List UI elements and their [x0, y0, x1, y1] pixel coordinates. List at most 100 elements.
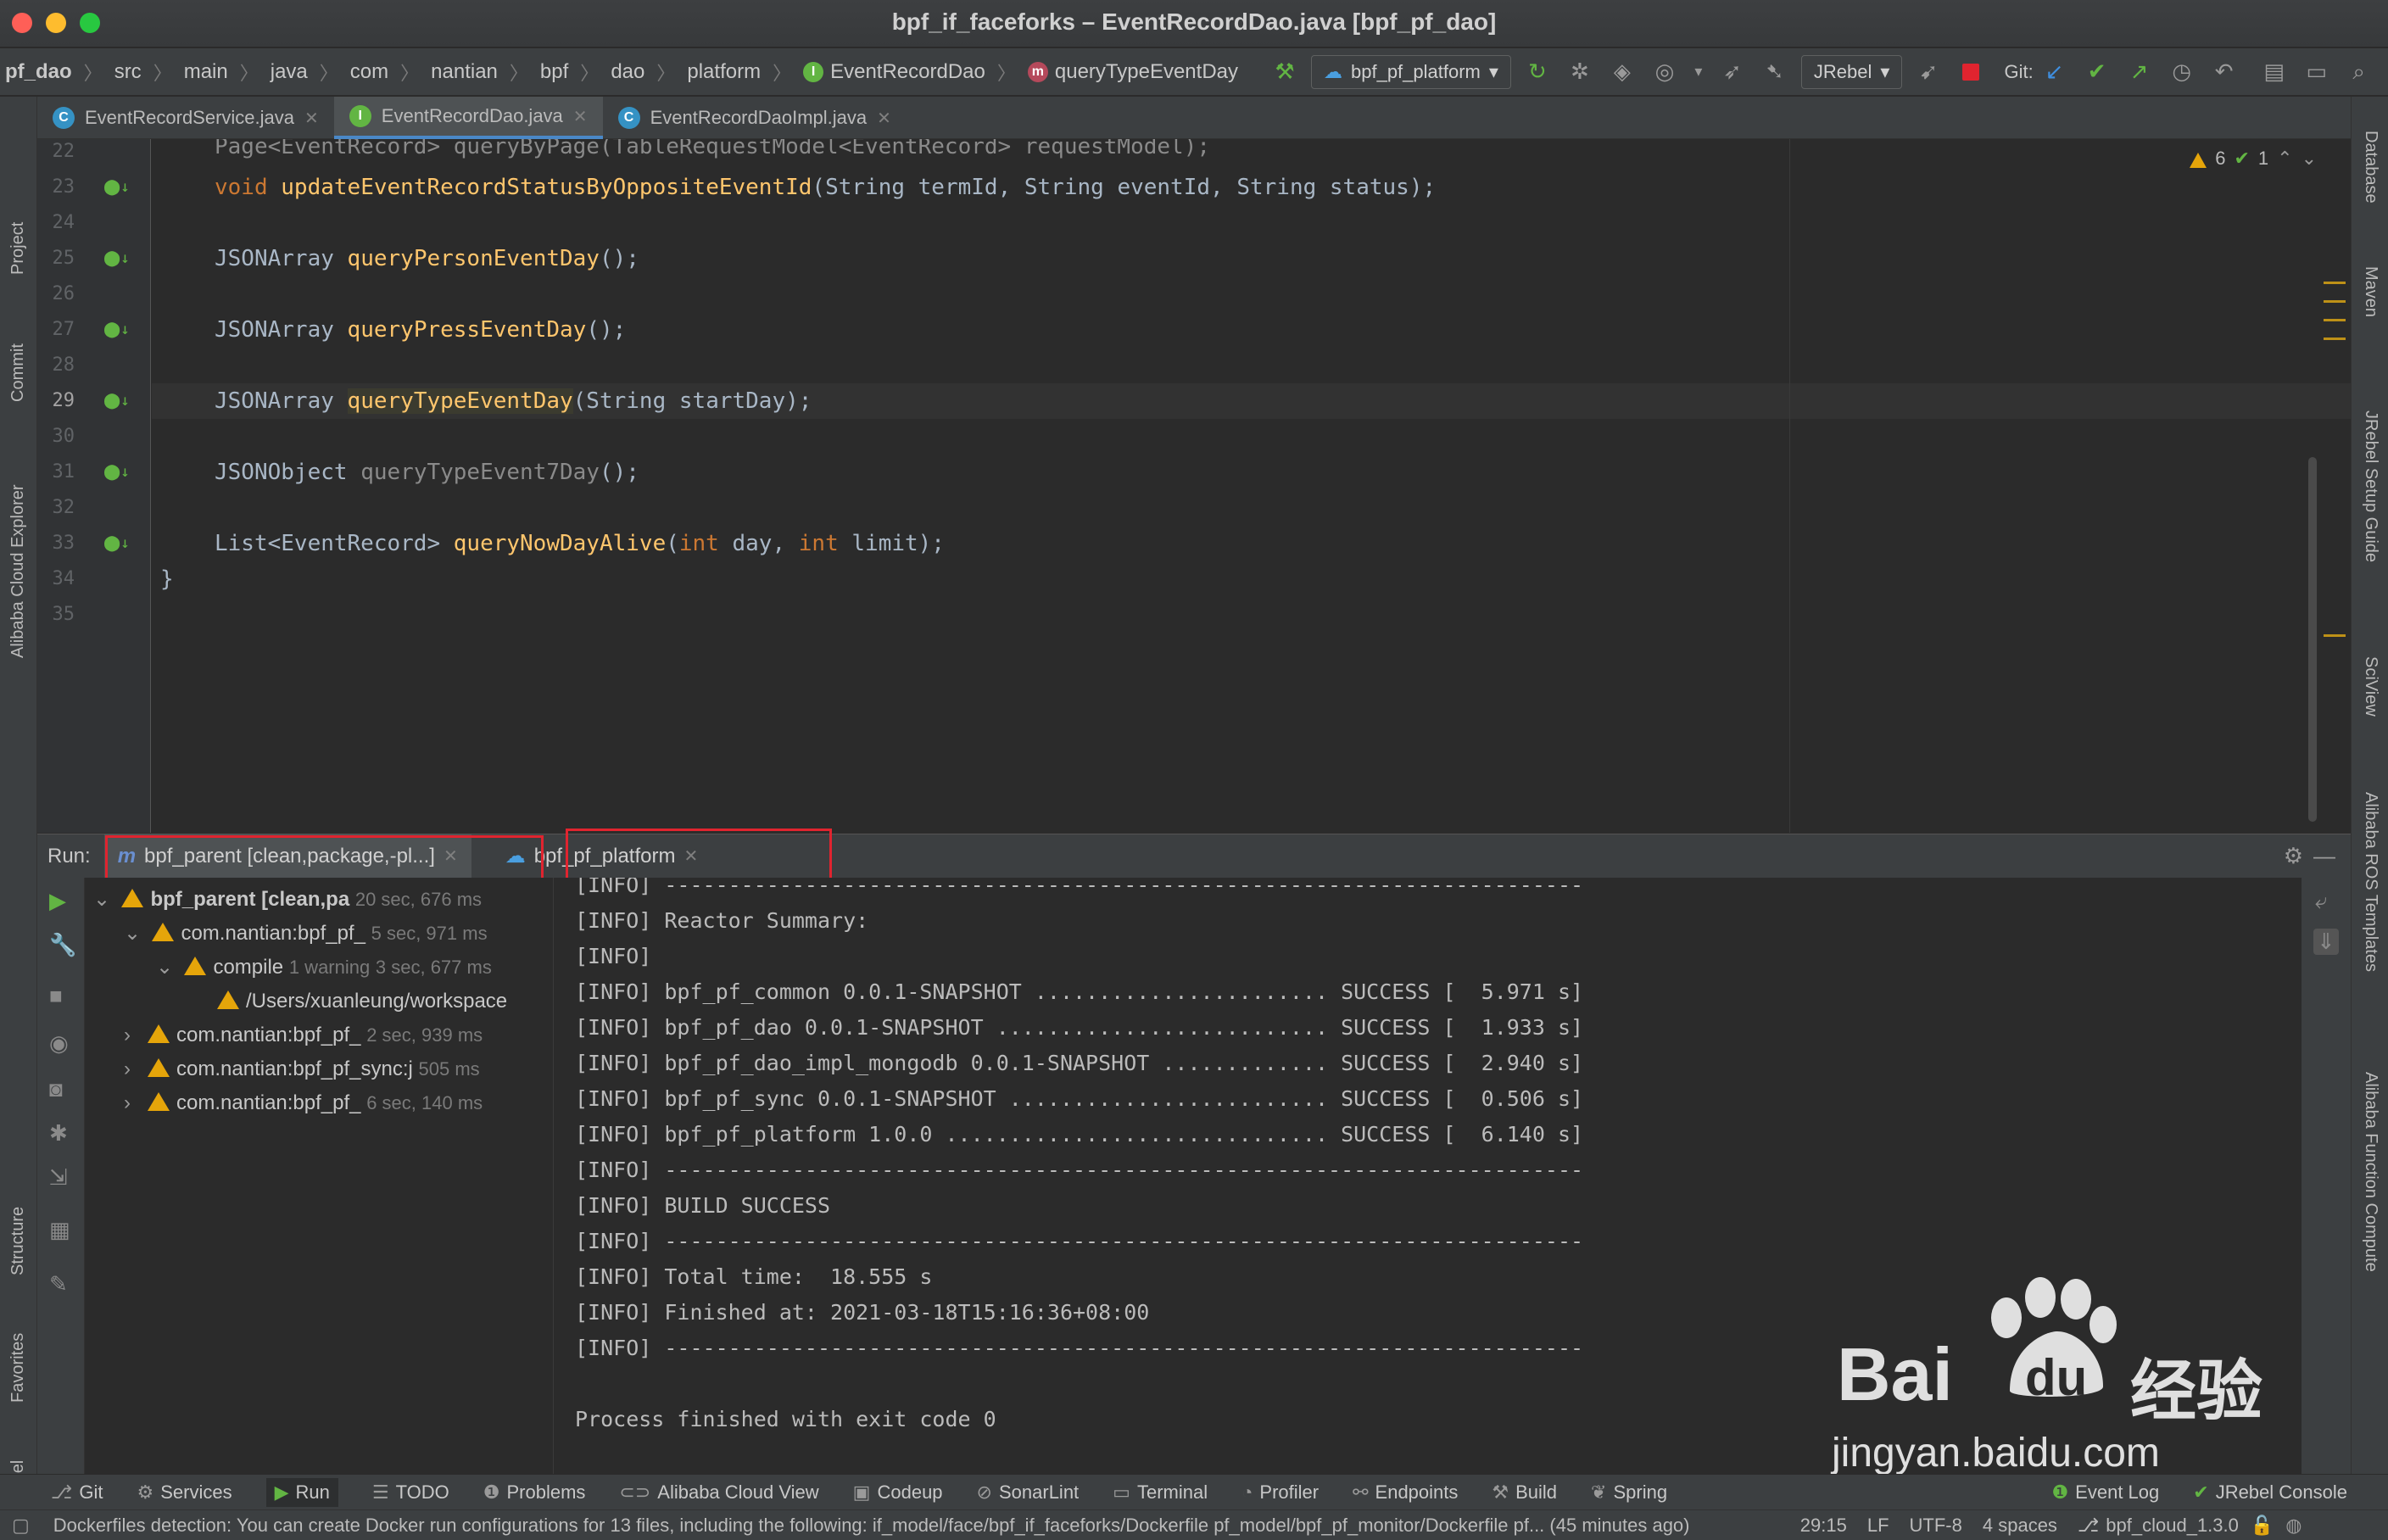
- tree-row[interactable]: ⌄ bpf_parent [clean,pa 20 sec, 676 ms: [93, 883, 482, 917]
- tool-structure[interactable]: Structure: [8, 1207, 28, 1275]
- stop-icon[interactable]: ■: [49, 983, 63, 1009]
- tool-maven[interactable]: Maven: [2361, 266, 2380, 317]
- implemented-marker-icon[interactable]: ⬤↓: [103, 312, 130, 348]
- more-run-chevron-icon[interactable]: ▾: [1690, 55, 1707, 89]
- implemented-marker-icon[interactable]: ⬤↓: [103, 383, 130, 419]
- breadcrumb-item[interactable]: src 〉: [114, 59, 184, 86]
- bottom-tab-event-log[interactable]: ❶ Event Log: [2051, 1481, 2159, 1504]
- breadcrumb-item[interactable]: m queryTypeEventDay: [1027, 60, 1238, 84]
- implemented-marker-icon[interactable]: ⬤↓: [103, 170, 130, 205]
- tool-sciview[interactable]: SciView: [2361, 656, 2380, 717]
- presentation-icon[interactable]: ▭: [2300, 55, 2334, 89]
- warning-stripe[interactable]: [2324, 282, 2346, 284]
- tree-row[interactable]: › com.nantian:bpf_pf_sync:j 505 ms: [124, 1052, 480, 1086]
- warning-stripe[interactable]: [2324, 338, 2346, 340]
- breadcrumb-item[interactable]: I EventRecordDao 〉: [803, 59, 1028, 86]
- bug-icon[interactable]: ✱: [49, 1120, 68, 1147]
- stop-icon[interactable]: [1954, 55, 1988, 89]
- editor-scrollbar[interactable]: [2308, 457, 2317, 822]
- breadcrumb-item[interactable]: nantian 〉: [431, 59, 540, 86]
- bottom-tab-alibaba-cloud-view[interactable]: ⊂⊃ Alibaba Cloud View: [619, 1481, 818, 1504]
- tool-alibaba-function-compute[interactable]: Alibaba Function Compute: [2361, 1072, 2380, 1272]
- search-icon[interactable]: ⌕: [2342, 55, 2376, 89]
- jrebel-select[interactable]: JRebel ▾: [1800, 54, 1903, 89]
- bottom-tab-problems[interactable]: ❶ Problems: [483, 1481, 586, 1504]
- tab-event-record-service[interactable]: C EventRecordService.java ✕: [37, 97, 334, 139]
- git-update-icon[interactable]: ↙: [2038, 55, 2072, 89]
- debug-icon[interactable]: ✲: [1563, 55, 1597, 89]
- coverage-icon[interactable]: ◈: [1605, 55, 1639, 89]
- breadcrumb-item[interactable]: main 〉: [184, 59, 271, 86]
- panel-toggle-icon[interactable]: ▢: [12, 1515, 30, 1537]
- breadcrumb-item[interactable]: bpf 〉: [540, 59, 611, 86]
- memory-indicator-icon[interactable]: ◍: [2285, 1515, 2302, 1537]
- tool-commit[interactable]: Commit: [8, 343, 28, 402]
- bottom-tab-build[interactable]: ⚒ Build: [1492, 1481, 1557, 1504]
- inspection-widget[interactable]: 6 ✔ 1 ⌃ ⌄: [2190, 148, 2317, 170]
- status-message[interactable]: Dockerfiles detection: You can create Do…: [53, 1515, 1783, 1537]
- jrebel-run-icon[interactable]: ➶: [1716, 55, 1749, 89]
- tool-favorites[interactable]: Favorites: [8, 1333, 28, 1403]
- run-config-select[interactable]: ☁ bpf_pf_platform ▾: [1311, 54, 1511, 89]
- chevron-up-icon[interactable]: ⌃: [2277, 148, 2292, 170]
- tool-jrebel-setup-guide[interactable]: JRebel Setup Guide: [2361, 410, 2380, 562]
- line-separator[interactable]: LF: [1867, 1515, 1889, 1537]
- bottom-tab-jrebel-console[interactable]: ✔ JRebel Console: [2193, 1481, 2347, 1504]
- hide-icon[interactable]: —: [2313, 843, 2335, 869]
- build-hammer-icon[interactable]: ⚒: [1268, 55, 1302, 89]
- scroll-to-end-icon[interactable]: ⇓: [2313, 929, 2339, 955]
- git-commit-icon[interactable]: ✔: [2080, 55, 2114, 89]
- warning-stripe[interactable]: [2324, 300, 2346, 303]
- file-encoding[interactable]: UTF-8: [1910, 1515, 1962, 1537]
- tab-event-record-dao-impl[interactable]: C EventRecordDaoImpl.java ✕: [603, 97, 907, 139]
- tree-row[interactable]: ⌄ compile 1 warning 3 sec, 677 ms: [156, 951, 492, 985]
- exit-icon[interactable]: ⇲: [49, 1164, 68, 1191]
- breadcrumb-item[interactable]: com 〉: [350, 59, 431, 86]
- bottom-tab-endpoints[interactable]: ⚯ Endpoints: [1353, 1481, 1458, 1504]
- tool-alibaba-ros-templates[interactable]: Alibaba ROS Templates: [2361, 792, 2380, 972]
- breadcrumb-item[interactable]: java 〉: [271, 59, 350, 86]
- bottom-tab-services[interactable]: ⚙ Services: [137, 1481, 232, 1504]
- bottom-tab-codeup[interactable]: ▣ Codeup: [853, 1481, 943, 1504]
- tree-row[interactable]: › com.nantian:bpf_pf_ 2 sec, 939 ms: [124, 1018, 483, 1052]
- tool-project[interactable]: Project: [8, 222, 28, 275]
- rerun-icon[interactable]: ▶: [49, 888, 66, 914]
- breadcrumb-item[interactable]: dao 〉: [611, 59, 687, 86]
- chevron-down-icon[interactable]: ⌄: [2302, 148, 2317, 170]
- git-branch[interactable]: bpf_cloud_1.3.0: [2106, 1515, 2239, 1537]
- close-tab-icon[interactable]: ✕: [573, 106, 588, 127]
- git-rollback-icon[interactable]: ↶: [2207, 55, 2241, 89]
- breadcrumb-item[interactable]: platform 〉: [687, 59, 803, 86]
- warning-stripe[interactable]: [2324, 319, 2346, 321]
- implemented-marker-icon[interactable]: ⬤↓: [103, 526, 130, 561]
- bottom-tab-run[interactable]: ▶ Run: [265, 1477, 338, 1507]
- wrench-icon[interactable]: 🔧: [49, 932, 76, 958]
- close-tab-icon[interactable]: ✕: [877, 108, 891, 129]
- jrebel-debug-icon[interactable]: ➷: [1758, 55, 1792, 89]
- eye-icon[interactable]: ◉: [49, 1030, 69, 1057]
- project-structure-icon[interactable]: ▤: [2257, 55, 2291, 89]
- close-tab-icon[interactable]: ✕: [304, 108, 319, 129]
- bottom-tab-git[interactable]: ⎇ Git: [51, 1481, 103, 1504]
- camera-icon[interactable]: ◙: [49, 1076, 63, 1102]
- warning-stripe[interactable]: [2324, 634, 2346, 637]
- tool-alibaba-cloud-explorer[interactable]: Alibaba Cloud Explorer: [8, 484, 28, 658]
- breadcrumb-item[interactable]: pf_dao 〉: [5, 59, 114, 86]
- tool-database[interactable]: Database: [2361, 131, 2380, 204]
- bottom-tab-spring[interactable]: ❦ Spring: [1591, 1481, 1667, 1504]
- profile-icon[interactable]: ◎: [1648, 55, 1682, 89]
- git-history-icon[interactable]: ◷: [2165, 55, 2199, 89]
- indent-setting[interactable]: 4 spaces: [1983, 1515, 2057, 1537]
- tab-event-record-dao[interactable]: I EventRecordDao.java ✕: [333, 97, 603, 139]
- tree-row[interactable]: /Users/xuanleung/workspace: [217, 985, 507, 1018]
- bottom-tab-sonarlint[interactable]: ⊘ SonarLint: [977, 1481, 1080, 1504]
- layout-icon[interactable]: ▦: [49, 1217, 70, 1243]
- implemented-marker-icon[interactable]: ⬤↓: [103, 455, 130, 490]
- jrebel-update-icon[interactable]: ➹: [1911, 55, 1945, 89]
- bottom-tab-profiler[interactable]: ◔ Profiler: [1241, 1481, 1319, 1504]
- tree-row[interactable]: › com.nantian:bpf_pf_ 6 sec, 140 ms: [124, 1086, 483, 1120]
- rerun-icon[interactable]: ↻: [1520, 55, 1554, 89]
- tree-row[interactable]: ⌄ com.nantian:bpf_pf_ 5 sec, 971 ms: [124, 917, 488, 951]
- caret-position[interactable]: 29:15: [1800, 1515, 1847, 1537]
- lock-icon[interactable]: 🔓: [2251, 1515, 2274, 1537]
